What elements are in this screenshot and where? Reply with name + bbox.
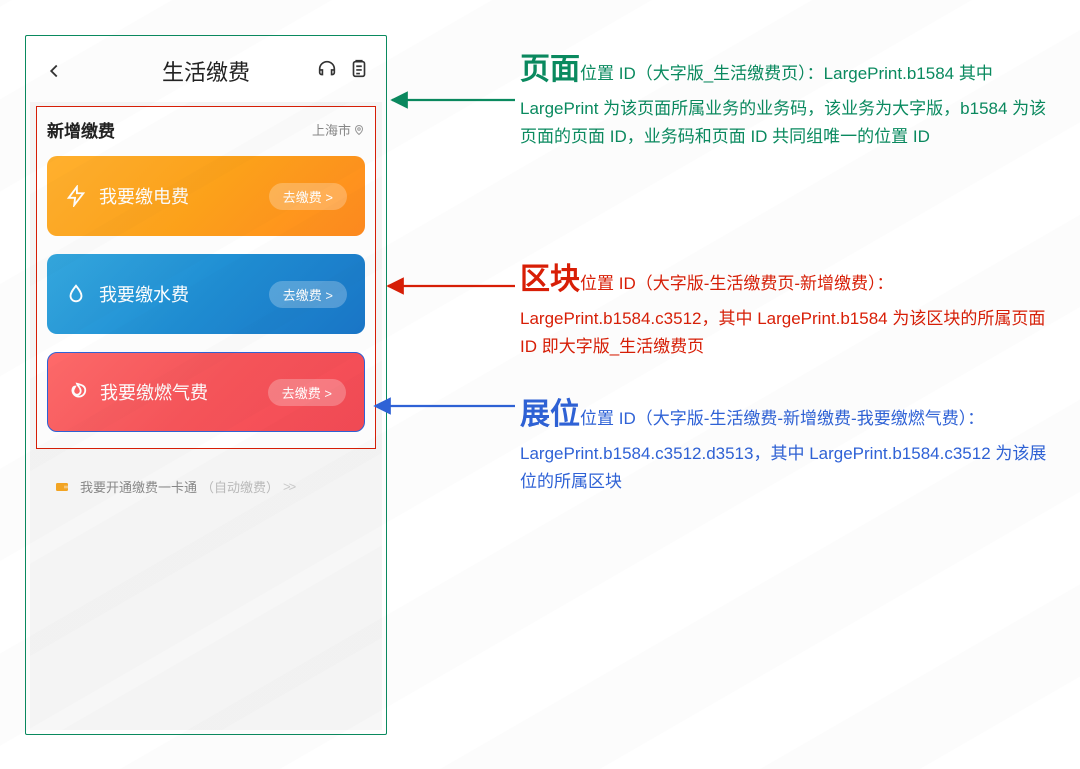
one-card-main: 我要开通缴费一卡通 bbox=[80, 477, 197, 496]
location-icon bbox=[353, 124, 365, 136]
page-title: 生活缴费 bbox=[162, 55, 250, 87]
pay-button-label: 去缴费 > bbox=[283, 285, 333, 304]
one-card-chevron: >> bbox=[283, 479, 294, 494]
phone-frame: 生活缴费 新增缴费 上海市 bbox=[25, 35, 387, 735]
wallet-icon bbox=[54, 479, 70, 495]
clipboard-icon bbox=[348, 58, 370, 80]
annotation-page-body: 位置 ID（大字版_生活缴费页）：LargePrint.b1584 其中 Lar… bbox=[520, 64, 1046, 146]
annotation-spot-body: 位置 ID（大字版-生活缴费-新增缴费-我要缴燃气费）： LargePrint.… bbox=[520, 409, 1046, 491]
card-electricity[interactable]: 我要缴电费 去缴费 > bbox=[47, 156, 365, 236]
one-card-link[interactable]: 我要开通缴费一卡通 （自动缴费） >> bbox=[30, 477, 382, 496]
chevron-left-icon bbox=[43, 60, 65, 82]
annotation-page: 页面位置 ID（大字版_生活缴费页）：LargePrint.b1584 其中 L… bbox=[520, 45, 1060, 151]
annotation-spot-heading: 展位 bbox=[520, 398, 580, 431]
flame-icon bbox=[66, 381, 88, 403]
location-picker[interactable]: 上海市 bbox=[312, 120, 365, 139]
card-gas[interactable]: 我要缴燃气费 去缴费 > bbox=[47, 352, 365, 432]
bolt-icon bbox=[65, 185, 87, 207]
annotation-block: 区块位置 ID（大字版-生活缴费页-新增缴费）：LargePrint.b1584… bbox=[520, 255, 1060, 361]
annotation-page-heading: 页面 bbox=[520, 53, 580, 86]
annotation-block-heading: 区块 bbox=[520, 263, 580, 296]
section-new-payment: 新增缴费 上海市 我要缴电费 去缴费 > bbox=[36, 106, 376, 449]
back-button[interactable] bbox=[42, 59, 66, 83]
card-water[interactable]: 我要缴水费 去缴费 > bbox=[47, 254, 365, 334]
card-title: 我要缴水费 bbox=[99, 281, 189, 307]
phone-screen: 生活缴费 新增缴费 上海市 bbox=[30, 40, 382, 730]
title-bar: 生活缴费 bbox=[30, 40, 382, 102]
annotation-spot: 展位位置 ID（大字版-生活缴费-新增缴费-我要缴燃气费）： LargePrin… bbox=[520, 390, 1060, 496]
orders-button[interactable] bbox=[348, 58, 370, 85]
card-title: 我要缴电费 bbox=[99, 183, 189, 209]
annotation-block-body: 位置 ID（大字版-生活缴费页-新增缴费）：LargePrint.b1584.c… bbox=[520, 274, 1045, 356]
pay-button-label: 去缴费 > bbox=[283, 187, 333, 206]
drop-icon bbox=[65, 283, 87, 305]
one-card-sub: （自动缴费） bbox=[201, 477, 279, 496]
pay-button-elec[interactable]: 去缴费 > bbox=[269, 183, 347, 210]
support-button[interactable] bbox=[316, 58, 338, 85]
pay-button-gas[interactable]: 去缴费 > bbox=[268, 379, 346, 406]
diagram-root: 生活缴费 新增缴费 上海市 bbox=[0, 0, 1080, 769]
pay-button-label: 去缴费 > bbox=[282, 383, 332, 402]
section-header: 新增缴费 上海市 bbox=[47, 117, 365, 142]
pay-button-water[interactable]: 去缴费 > bbox=[269, 281, 347, 308]
section-title: 新增缴费 bbox=[47, 117, 115, 142]
location-text: 上海市 bbox=[312, 120, 351, 139]
card-title: 我要缴燃气费 bbox=[100, 379, 208, 405]
headset-icon bbox=[316, 58, 338, 80]
